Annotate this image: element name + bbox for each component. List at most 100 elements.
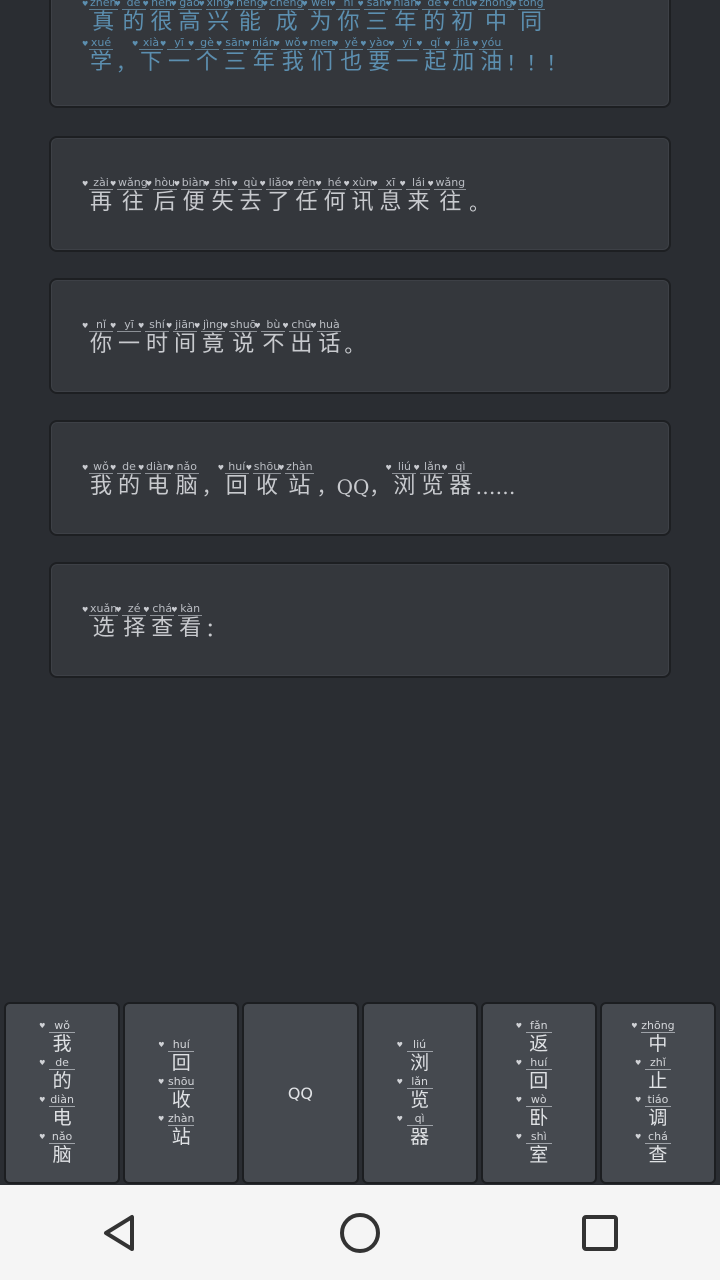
pinyin-label: huí (168, 1038, 195, 1052)
hanzi-character: 为 (309, 10, 332, 35)
ruby-character: zhēn真 (82, 0, 118, 36)
hanzi-character: 三 (223, 50, 246, 75)
hanzi-character: 再 (89, 190, 112, 215)
hanzi-character: 也 (340, 50, 363, 75)
pinyin-label: huí (525, 1057, 552, 1070)
pinyin-label: yóu (479, 36, 504, 50)
ruby-character: shōu收 (158, 1075, 195, 1111)
hanzi-character: 的 (117, 474, 140, 499)
hanzi-character: 脑 (175, 474, 198, 499)
pinyin-label: zhēn (89, 0, 118, 10)
hanzi-character: 来 (407, 190, 430, 215)
home-button[interactable] (320, 1203, 400, 1263)
ruby-character: shì室 (516, 1131, 552, 1166)
pinyin-label: diàn (49, 1093, 76, 1107)
hanzi-character: 间 (173, 332, 196, 357)
choice-browser[interactable]: liú浏lǎn览qì器 (361, 1002, 478, 1184)
hanzi-character: 去 (239, 190, 262, 215)
ruby-character: nǎo脑 (168, 460, 199, 500)
dialog-line: xuǎn选zé择chá查kàn看： (82, 602, 226, 642)
dialog-line: wǒ我de的diàn电nǎo脑，huí回shōu收zhàn站，QQ，liú浏lǎ… (82, 460, 516, 500)
pinyin-label: chá (644, 1131, 671, 1144)
pinyin-label: shuō (229, 318, 258, 332)
ruby-character: wò卧 (516, 1094, 552, 1129)
hanzi-character: 学 (89, 50, 112, 75)
pinyin-label: xuǎn (89, 602, 119, 616)
hanzi-character: 任 (295, 190, 318, 215)
hanzi-character: 的 (122, 10, 145, 35)
square-recents-icon (582, 1214, 618, 1251)
ruby-character: fǎn返 (516, 1020, 552, 1055)
dialog-box: wǒ我de的diàn电nǎo脑，huí回shōu收zhàn站，QQ，liú浏lǎ… (49, 420, 671, 536)
punctuation: ， (201, 475, 222, 499)
choice-bar: wǒ我de的diàn电nǎo脑huí回shōu收zhàn站QQliú浏lǎn览q… (4, 1002, 717, 1184)
hanzi-character: 讯 (351, 190, 374, 215)
hanzi-character: 一 (396, 50, 419, 75)
back-button[interactable] (80, 1203, 160, 1263)
dialog-line: xué学，xià下yī一gè个sān三nián年wǒ我men们yě也yào要yī… (82, 36, 567, 76)
hanzi-character: 脑 (52, 1144, 72, 1166)
ruby-character: néng能 (228, 0, 265, 36)
hanzi-character: 兴 (207, 10, 230, 35)
choice-my-computer[interactable]: wǒ我de的diàn电nǎo脑 (4, 1002, 121, 1184)
pinyin-label: huà (317, 318, 342, 332)
hanzi-character: 站 (288, 474, 311, 499)
hanzi-character: 电 (146, 474, 169, 499)
ruby-character: zhǐ止 (635, 1057, 671, 1092)
hanzi-character: 何 (323, 190, 346, 215)
ruby-character: shōu收 (246, 460, 282, 500)
hanzi-character: 很 (150, 10, 173, 35)
hanzi-character: 时 (145, 332, 168, 357)
pinyin-label: wò (525, 1094, 552, 1107)
hanzi-character: 选 (92, 616, 115, 641)
choice-return-bedroom[interactable]: fǎn返huí回wò卧shì室 (480, 1002, 597, 1184)
pinyin-label: lǎn (406, 1075, 433, 1089)
hanzi-character: 回 (171, 1051, 191, 1074)
hanzi-character: 们 (310, 50, 333, 75)
hanzi-character: 三 (365, 10, 388, 35)
pinyin-label: zhàn (168, 1111, 195, 1126)
ruby-character: xué学 (82, 36, 113, 76)
pinyin-label: fǎn (525, 1020, 552, 1033)
pinyin-label: de (49, 1057, 76, 1070)
hanzi-character: 器 (410, 1125, 430, 1148)
ruby-character: zhàn站 (158, 1111, 195, 1148)
hanzi-character: 你 (89, 332, 112, 357)
hanzi-character: 览 (410, 1088, 430, 1111)
choice-recycle-bin[interactable]: huí回shōu收zhàn站 (123, 1002, 240, 1184)
ruby-character: chéng成 (262, 0, 305, 36)
ruby-character: shuō说 (222, 318, 258, 358)
choice-qq[interactable]: QQ (242, 1002, 359, 1184)
ruby-character: tóng同 (511, 0, 545, 36)
hanzi-character: 个 (195, 50, 218, 75)
hanzi-character: 加 (452, 50, 475, 75)
pinyin-label: qì (448, 460, 473, 474)
hanzi-character: 我 (89, 474, 112, 499)
pinyin-label: néng (235, 0, 265, 10)
hanzi-character: 后 (153, 190, 176, 215)
dialog-line: nǐ你yī一shí时jiān间jìng竟shuō说bù不chū出huà话。 (82, 318, 365, 358)
hanzi-character: 便 (182, 190, 205, 215)
punctuation: ！！！ (506, 51, 567, 75)
hanzi-character: 浏 (410, 1051, 430, 1074)
hanzi-character: 话 (318, 332, 341, 357)
hanzi-character: 看 (179, 616, 202, 641)
hanzi-character: 竟 (201, 332, 224, 357)
choice-stop-investigation[interactable]: zhōng中zhǐ止tiáo调chá查 (599, 1002, 717, 1184)
hanzi-character: 一 (117, 332, 140, 357)
hanzi-character: 中 (484, 10, 507, 35)
ruby-character: huí回 (516, 1057, 552, 1092)
hanzi-character: 要 (368, 50, 391, 75)
hanzi-character: 失 (211, 190, 234, 215)
hanzi-character: 出 (290, 332, 313, 357)
punctuation: ， (116, 51, 136, 75)
hanzi-character: 初 (451, 10, 474, 35)
ruby-character: wǎng往 (428, 176, 467, 216)
hanzi-character: 年 (394, 10, 417, 35)
ruby-character: wǎng往 (110, 176, 149, 216)
android-navigation-bar (0, 1185, 720, 1280)
hanzi-character: 中 (648, 1033, 668, 1055)
recents-button[interactable] (560, 1203, 640, 1263)
hanzi-character: 真 (92, 10, 115, 35)
triangle-back-icon (104, 1214, 134, 1251)
